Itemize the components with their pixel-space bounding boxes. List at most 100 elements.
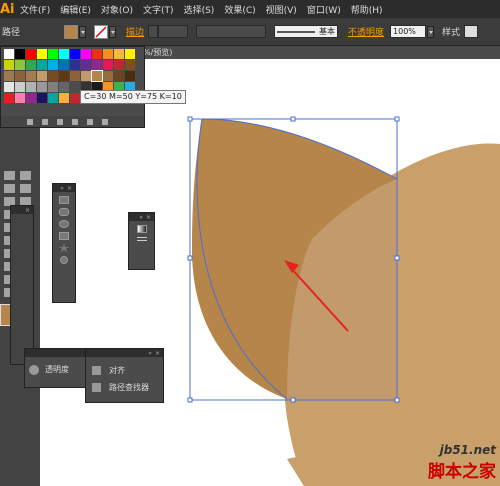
close-icon-3[interactable]: × — [25, 207, 30, 214]
swatch[interactable] — [37, 71, 47, 81]
swatch[interactable] — [37, 93, 47, 103]
menu-type[interactable]: 文字(T) — [143, 3, 174, 16]
fill-swatch[interactable] — [64, 24, 78, 39]
swatch[interactable] — [114, 71, 124, 81]
swatch[interactable] — [59, 49, 69, 59]
swatch[interactable] — [48, 49, 58, 59]
pathfinder-icon[interactable] — [92, 383, 101, 392]
swatch[interactable] — [15, 93, 25, 103]
swatch[interactable] — [59, 60, 69, 70]
rounded-rect-tool-icon[interactable] — [59, 208, 69, 216]
swatch[interactable] — [26, 60, 36, 70]
swatch[interactable] — [59, 71, 69, 81]
swatch[interactable] — [103, 60, 113, 70]
swatch[interactable] — [92, 60, 102, 70]
swatch[interactable] — [15, 60, 25, 70]
stroke-dropdown[interactable] — [109, 25, 116, 38]
rectangle-tool-icon[interactable] — [59, 196, 69, 204]
swatch[interactable] — [81, 49, 91, 59]
opacity-dropdown[interactable] — [427, 25, 435, 38]
opacity-label[interactable]: 不透明度 — [348, 25, 384, 38]
menu-edit[interactable]: 编辑(E) — [60, 3, 91, 16]
brush-tool-icon[interactable] — [4, 171, 15, 180]
new-color-group-icon[interactable] — [72, 118, 78, 125]
close-icon-4[interactable]: × — [155, 350, 160, 357]
swatch[interactable] — [48, 71, 58, 81]
menu-window[interactable]: 窗口(W) — [307, 3, 341, 16]
swatch[interactable] — [4, 93, 14, 103]
align-icon[interactable] — [92, 366, 101, 375]
close-icon[interactable]: × — [67, 185, 72, 192]
swatch[interactable] — [81, 60, 91, 70]
swatch-options-icon[interactable] — [57, 118, 63, 125]
menu-file[interactable]: 文件(F) — [20, 3, 50, 16]
stroke-weight-field[interactable] — [148, 25, 159, 38]
variable-width-field[interactable] — [196, 25, 267, 38]
swatch[interactable] — [59, 82, 69, 92]
swatch[interactable] — [125, 60, 135, 70]
polygon-tool-icon[interactable] — [59, 232, 69, 240]
swatch[interactable] — [15, 71, 25, 81]
swatch[interactable] — [70, 93, 80, 103]
swatch[interactable] — [15, 82, 25, 92]
swatch[interactable] — [125, 49, 135, 59]
gradient-icon[interactable] — [136, 225, 147, 233]
opacity-input[interactable]: 100% — [390, 25, 427, 38]
stroke-weight-input[interactable] — [158, 25, 189, 38]
stroke-panel-icon[interactable] — [136, 237, 147, 243]
transparency-icon[interactable] — [29, 364, 39, 375]
swatch[interactable] — [48, 82, 58, 92]
document-tab[interactable]: %/预览) — [143, 47, 172, 58]
swatch[interactable] — [81, 71, 91, 81]
swatch[interactable] — [37, 60, 47, 70]
ellipse-tool-icon[interactable] — [59, 220, 69, 228]
swatch[interactable] — [103, 71, 113, 81]
stroke-swatch[interactable] — [94, 24, 108, 39]
pathfinder-label[interactable]: 路径查找器 — [109, 382, 149, 393]
show-kinds-icon[interactable] — [42, 118, 48, 125]
swatch[interactable] — [15, 49, 25, 59]
menu-view[interactable]: 视图(V) — [266, 3, 297, 16]
collapse-icon-4[interactable]: » — [148, 350, 152, 357]
swatch[interactable] — [70, 49, 80, 59]
menu-select[interactable]: 选择(S) — [184, 3, 215, 16]
swatch[interactable] — [26, 82, 36, 92]
swatch[interactable] — [4, 82, 14, 92]
menu-object[interactable]: 对象(O) — [101, 3, 133, 16]
menu-help[interactable]: 帮助(H) — [351, 3, 383, 16]
swatch-library-icon[interactable] — [27, 118, 33, 125]
blob-brush-icon[interactable] — [20, 171, 31, 180]
swatch[interactable] — [37, 49, 47, 59]
swatch[interactable] — [48, 93, 58, 103]
collapse-icon[interactable]: » — [60, 185, 64, 192]
swatch[interactable] — [70, 82, 80, 92]
swatch[interactable] — [4, 71, 14, 81]
fill-dropdown[interactable] — [79, 25, 86, 38]
eraser-tool-icon[interactable] — [20, 184, 31, 193]
swatch[interactable] — [4, 49, 14, 59]
new-swatch-icon[interactable] — [87, 118, 93, 125]
swatch[interactable] — [114, 60, 124, 70]
swatch[interactable] — [125, 71, 135, 81]
swatch[interactable] — [70, 71, 80, 81]
swatch[interactable] — [37, 82, 47, 92]
stroke-label[interactable]: 描边 — [126, 25, 144, 38]
swatch[interactable] — [4, 60, 14, 70]
swatch[interactable] — [59, 93, 69, 103]
brush-field[interactable]: 基本 — [274, 25, 339, 38]
delete-swatch-icon[interactable] — [102, 118, 108, 125]
swatch[interactable] — [114, 49, 124, 59]
swatch[interactable] — [91, 70, 103, 82]
swatch[interactable] — [92, 49, 102, 59]
swatch[interactable] — [48, 60, 58, 70]
swatch[interactable] — [26, 49, 36, 59]
transparency-label[interactable]: 透明度 — [45, 364, 69, 375]
flare-tool-icon[interactable] — [60, 256, 68, 264]
swatch[interactable] — [103, 49, 113, 59]
collapse-icon-2[interactable]: » — [139, 214, 143, 221]
swatch[interactable] — [70, 60, 80, 70]
menu-effect[interactable]: 效果(C) — [224, 3, 255, 16]
style-swatch[interactable] — [464, 25, 479, 38]
pencil-tool-icon[interactable] — [4, 184, 15, 193]
swatch[interactable] — [26, 71, 36, 81]
